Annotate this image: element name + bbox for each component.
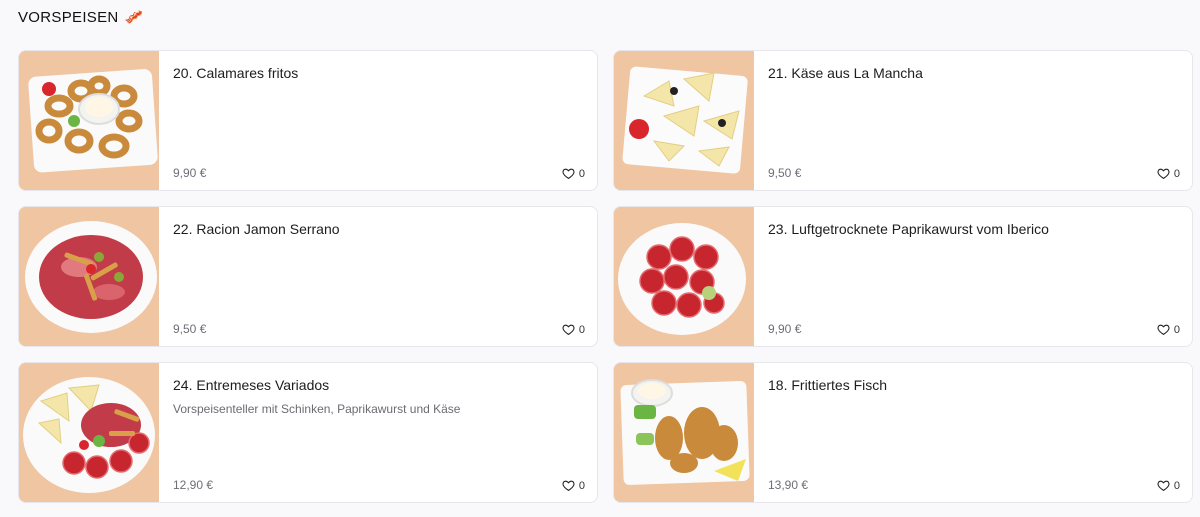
bacon-icon: 🥓	[124, 9, 144, 26]
item-price: 12,90 €	[173, 478, 214, 492]
dish-image-ham	[19, 207, 159, 346]
dish-image-cheese	[614, 51, 754, 190]
item-price: 9,50 €	[173, 322, 207, 336]
like-button[interactable]: 0	[562, 479, 585, 492]
item-info: 20. Calamares fritos 9,90 € 0	[159, 51, 597, 190]
item-name: 21. Käse aus La Mancha	[768, 65, 923, 81]
menu-item-card[interactable]: 24. Entremeses Variados Vorspeisenteller…	[18, 362, 598, 503]
menu-item-card[interactable]: 18. Frittiertes Fisch 13,90 € 0	[613, 362, 1193, 503]
menu-item-card[interactable]: 21. Käse aus La Mancha 9,50 € 0	[613, 50, 1193, 191]
section-title: VORSPEISEN 🥓	[18, 8, 144, 27]
item-price: 9,50 €	[768, 166, 802, 180]
menu-item-card[interactable]: 22. Racion Jamon Serrano 9,50 € 0	[18, 206, 598, 347]
like-button[interactable]: 0	[1157, 479, 1180, 492]
item-info: 18. Frittiertes Fisch 13,90 € 0	[754, 363, 1192, 502]
dish-image-fried-fish	[614, 363, 754, 502]
like-button[interactable]: 0	[1157, 323, 1180, 336]
heart-icon	[1157, 168, 1170, 180]
like-count: 0	[1173, 479, 1180, 492]
heart-icon	[562, 324, 575, 336]
item-name: 18. Frittiertes Fisch	[768, 377, 888, 393]
dish-image-calamari	[19, 51, 159, 190]
item-price: 9,90 €	[173, 166, 207, 180]
menu-item-card[interactable]: 23. Luftgetrocknete Paprikawurst vom Ibe…	[613, 206, 1193, 347]
like-count: 0	[578, 323, 585, 336]
heart-icon	[1157, 480, 1170, 492]
item-price: 9,90 €	[768, 322, 802, 336]
item-name: 22. Racion Jamon Serrano	[173, 221, 340, 237]
item-name: 20. Calamares fritos	[173, 65, 299, 81]
like-count: 0	[1173, 323, 1180, 336]
item-description: Vorspeisenteller mit Schinken, Paprikawu…	[173, 401, 461, 416]
section-title-text: VORSPEISEN	[18, 8, 119, 26]
item-name: 23. Luftgetrocknete Paprikawurst vom Ibe…	[768, 221, 1049, 237]
heart-icon	[562, 168, 575, 180]
like-button[interactable]: 0	[562, 167, 585, 180]
menu-grid: 20. Calamares fritos 9,90 € 0 21. Käse a…	[18, 50, 1193, 503]
dish-image-mixed-platter	[19, 363, 159, 502]
item-info: 21. Käse aus La Mancha 9,50 € 0	[754, 51, 1192, 190]
item-info: 24. Entremeses Variados Vorspeisenteller…	[159, 363, 597, 502]
item-price: 13,90 €	[768, 478, 809, 492]
item-name: 24. Entremeses Variados	[173, 377, 330, 393]
heart-icon	[1157, 324, 1170, 336]
like-button[interactable]: 0	[562, 323, 585, 336]
dish-image-chorizo	[614, 207, 754, 346]
like-count: 0	[1173, 167, 1180, 180]
like-count: 0	[578, 479, 585, 492]
item-info: 22. Racion Jamon Serrano 9,50 € 0	[159, 207, 597, 346]
like-button[interactable]: 0	[1157, 167, 1180, 180]
item-info: 23. Luftgetrocknete Paprikawurst vom Ibe…	[754, 207, 1192, 346]
like-count: 0	[578, 167, 585, 180]
heart-icon	[562, 480, 575, 492]
menu-item-card[interactable]: 20. Calamares fritos 9,90 € 0	[18, 50, 598, 191]
